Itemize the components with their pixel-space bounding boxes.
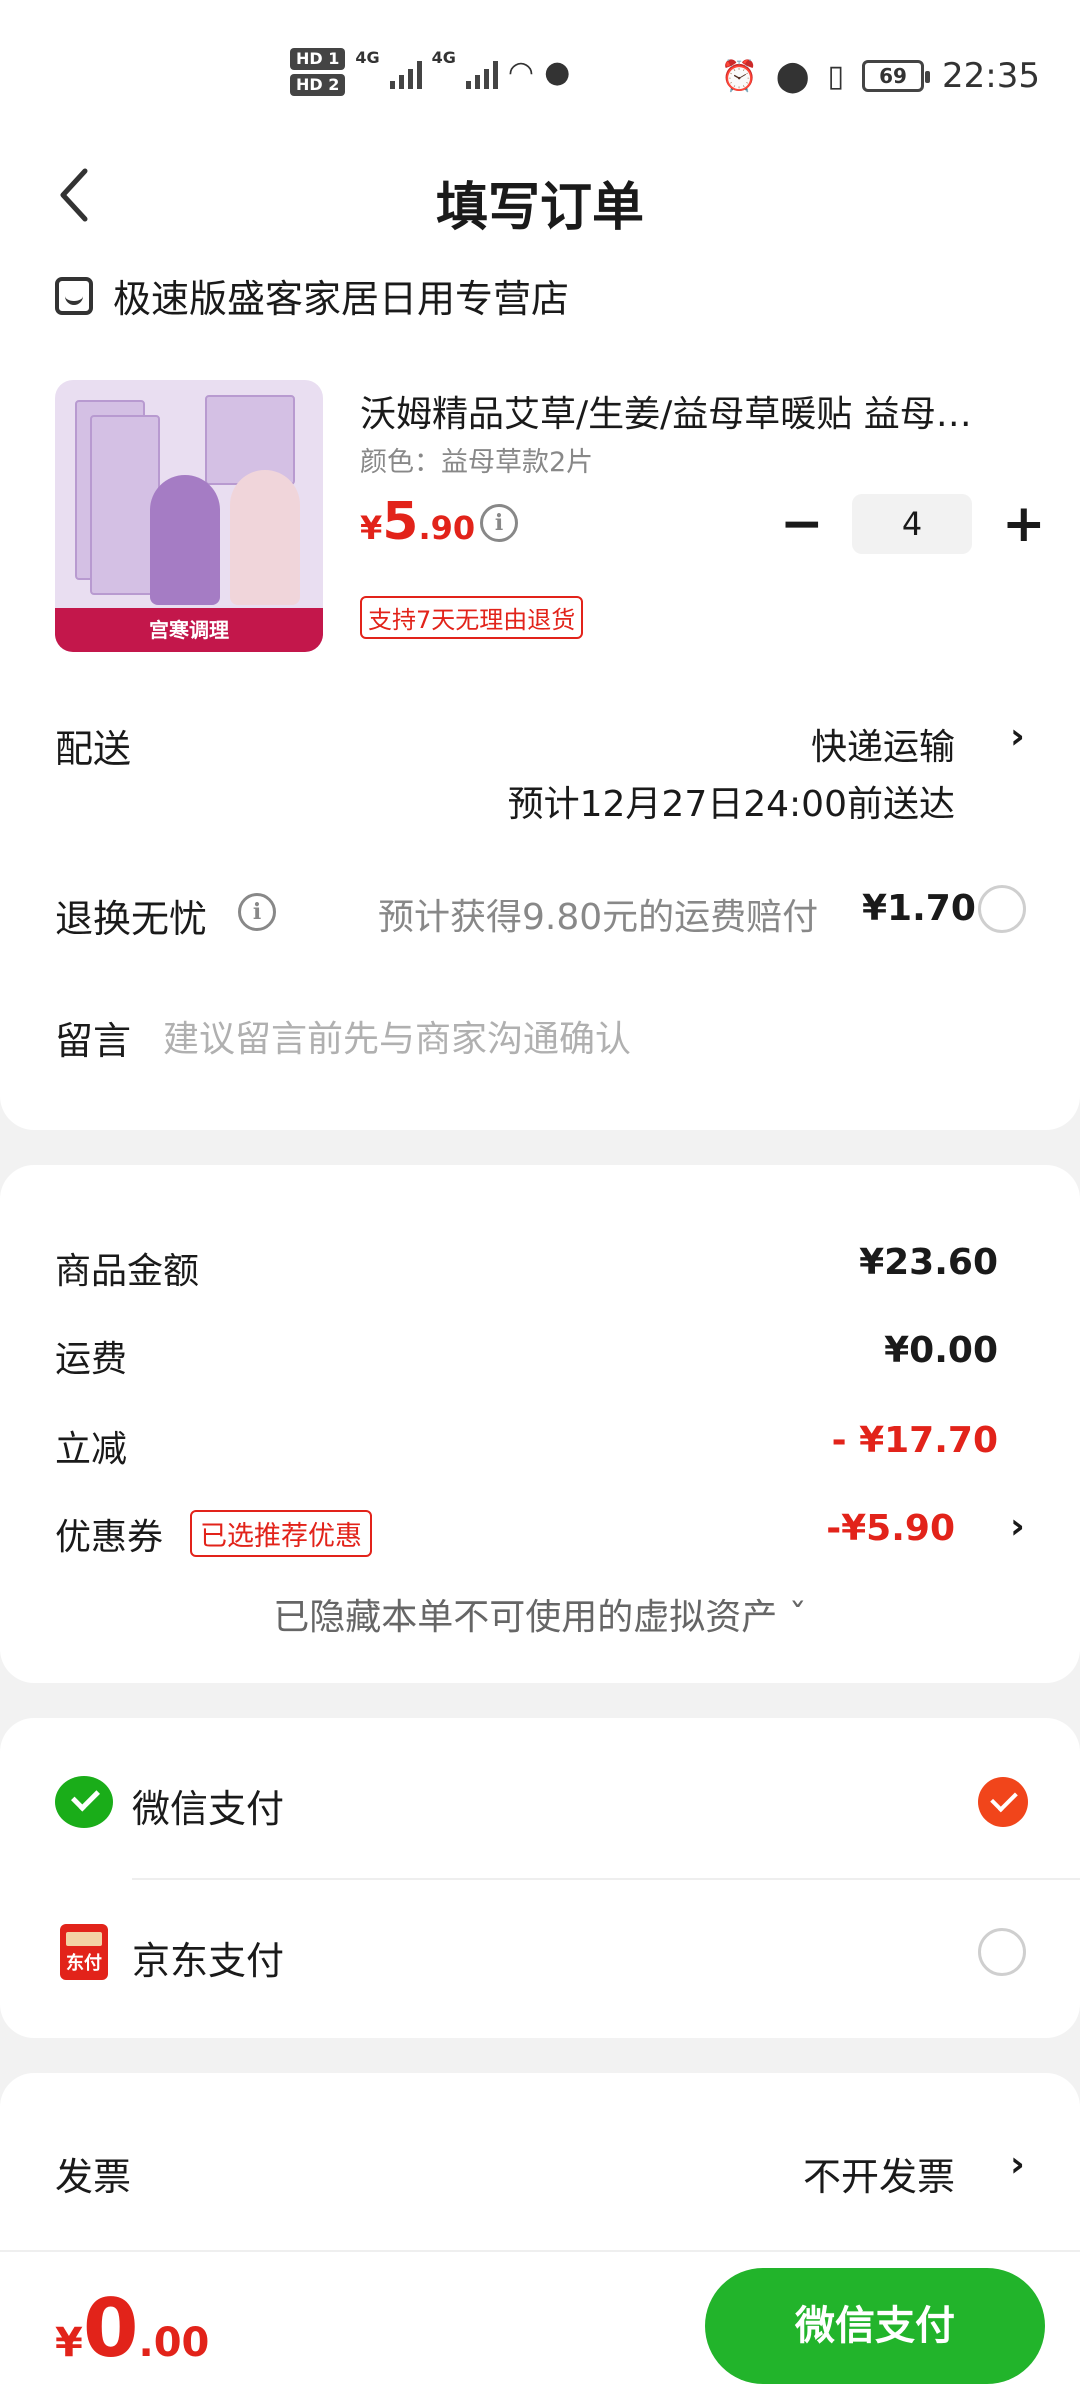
chat-icon: ● xyxy=(544,54,571,90)
jd-pay-radio[interactable] xyxy=(978,1928,1026,1976)
worry-free-price: ¥1.70 xyxy=(862,888,976,929)
worry-free-radio[interactable] xyxy=(978,885,1026,933)
price-decimal: .90 xyxy=(418,509,476,547)
delivery-estimate: 预计12月27日24:00前送达 xyxy=(507,784,955,825)
product-name[interactable]: 沃姆精品艾草/生姜/益母草暖贴 益母… xyxy=(360,385,1030,437)
hd-badges: HD 1 HD 2 xyxy=(290,48,346,96)
alarm-icon: ⏰ xyxy=(720,58,758,94)
total-currency: ¥ xyxy=(55,2320,83,2366)
invoice-label: 发票 xyxy=(55,2155,132,2199)
discount-value: - ¥17.70 xyxy=(831,1420,998,1461)
shop-name: 极速版盛客家居日用专营店 xyxy=(113,277,570,321)
figure-graphic xyxy=(230,470,300,605)
total-decimal: .00 xyxy=(138,2320,210,2366)
worry-free-text: 预计获得9.80元的运费赔付 xyxy=(378,897,819,938)
product-price: ¥5.90 xyxy=(360,492,475,552)
wechat-pay-label[interactable]: 微信支付 xyxy=(132,1778,284,1833)
network-type-2: 4G xyxy=(431,48,456,67)
pay-button[interactable]: 微信支付 xyxy=(705,2268,1045,2384)
total-integer: 0 xyxy=(82,2282,139,2375)
worry-free-label: 退换无忧 xyxy=(55,897,208,941)
coupon-badge: 已选推荐优惠 xyxy=(190,1510,372,1557)
hd2-badge: HD 2 xyxy=(290,74,346,96)
hidden-assets-toggle[interactable]: 已隐藏本单不可使用的虚拟资产 ˇ xyxy=(0,1588,1080,1640)
clock: 22:35 xyxy=(942,56,1040,96)
product-image[interactable]: 宫寒调理 xyxy=(55,380,323,652)
goods-amount-label: 商品金额 xyxy=(55,1251,200,1292)
discount-label: 立减 xyxy=(55,1429,128,1470)
product-spec[interactable]: 颜色：益母草款2片 xyxy=(360,440,593,479)
battery-icon: 69 xyxy=(862,60,931,92)
delivery-chevron-icon[interactable]: › xyxy=(1010,716,1025,757)
invoice-chevron-icon[interactable]: › xyxy=(1010,2144,1025,2185)
price-integer: 5 xyxy=(382,492,419,552)
status-left: HD 1 HD 2 4G 4G ◠ ● xyxy=(290,48,570,96)
message-input[interactable]: 建议留言前先与商家沟通确认 xyxy=(163,1010,631,1062)
coupon-label: 优惠券 xyxy=(55,1517,164,1558)
quantity-input[interactable]: 4 xyxy=(852,494,972,554)
price-info-icon[interactable]: i xyxy=(480,504,518,542)
worry-free-info-icon[interactable]: i xyxy=(238,893,276,931)
page-title: 填写订单 xyxy=(435,178,644,238)
total-price: ¥0.00 xyxy=(55,2282,209,2375)
location-icon: ⬤ xyxy=(775,58,810,94)
signal-icon-2 xyxy=(465,55,498,89)
wifi-icon: ◠ xyxy=(507,54,535,90)
coupon-chevron-icon[interactable]: › xyxy=(1010,1506,1025,1547)
delivery-method[interactable]: 快递运输 xyxy=(811,718,955,770)
network-type-1: 4G xyxy=(355,48,380,67)
invoice-value[interactable]: 不开发票 xyxy=(803,2146,955,2201)
shop-icon xyxy=(55,276,93,315)
quantity-stepper: − 4 + xyxy=(780,494,1046,554)
return-policy-badge: 支持7天无理由退货 xyxy=(360,596,584,639)
jd-pay-icon: 东付 xyxy=(60,1924,108,1980)
quantity-decrease-button[interactable]: − xyxy=(780,498,824,550)
status-right: ⏰ ⬤ ▯ 69 22:35 xyxy=(721,56,1040,96)
price-currency: ¥ xyxy=(360,509,383,547)
shipping-fee-label: 运费 xyxy=(55,1339,128,1380)
hd1-badge: HD 1 xyxy=(290,48,346,70)
shop-row[interactable]: 极速版盛客家居日用专营店 xyxy=(55,268,569,323)
figure-graphic xyxy=(150,475,220,605)
goods-amount-value: ¥23.60 xyxy=(859,1242,998,1283)
vibrate-icon: ▯ xyxy=(827,58,845,94)
coupon-value[interactable]: -¥5.90 xyxy=(826,1508,955,1549)
product-image-banner: 宫寒调理 xyxy=(55,608,323,652)
wechat-pay-icon xyxy=(55,1776,113,1828)
signal-icon xyxy=(389,55,422,89)
package-graphic xyxy=(205,395,295,485)
wechat-pay-selected-icon[interactable] xyxy=(978,1777,1028,1827)
delivery-label: 配送 xyxy=(55,727,132,771)
shipping-fee-value: ¥0.00 xyxy=(884,1330,998,1371)
message-label: 留言 xyxy=(55,1019,132,1063)
quantity-increase-button[interactable]: + xyxy=(1002,498,1046,550)
divider xyxy=(132,1878,1080,1880)
jd-pay-label[interactable]: 京东支付 xyxy=(132,1930,284,1985)
